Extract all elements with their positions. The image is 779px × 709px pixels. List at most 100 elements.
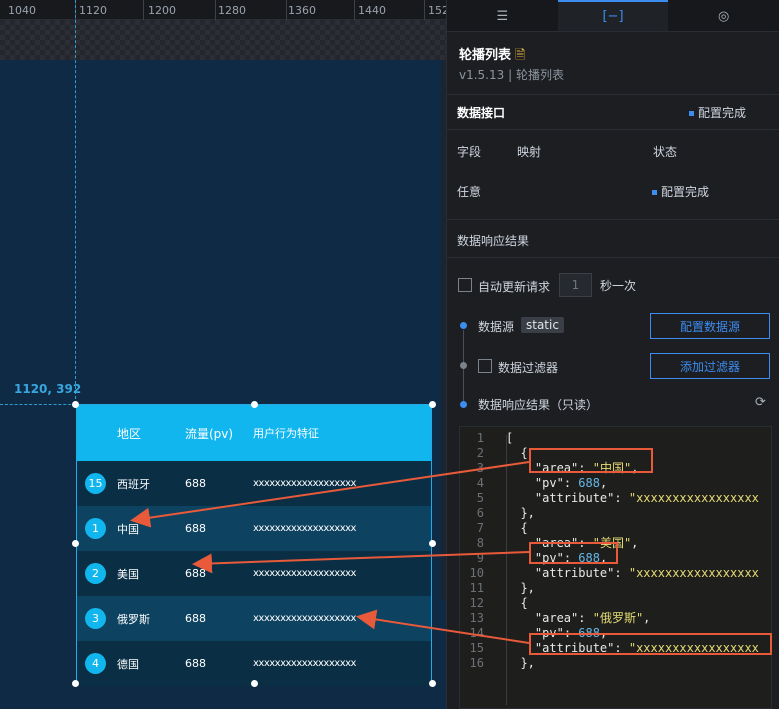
component-version: v1.5.13 | 轮播列表 [459,68,564,82]
row-pv: 688 [185,477,206,490]
position-readout: 1120, 392 [14,382,82,396]
carousel-list-widget[interactable]: 地区 流量(pv) 用户行为特征 15 西班牙 688 xxxxxxxxxxxx… [76,404,432,686]
refresh-icon[interactable]: ⟳ [755,395,766,410]
row-pv: 688 [185,612,206,625]
rank-badge: 2 [85,563,106,584]
rank-badge: 3 [85,608,106,629]
table-row: 1 中国 688 xxxxxxxxxxxxxxxxxxx [77,506,431,551]
resize-handle-top[interactable] [251,401,258,408]
table-row: 3 俄罗斯 688 xxxxxxxxxxxxxxxxxxx [77,596,431,641]
line-number: 14 [469,626,484,640]
widget-header-row: 地区 流量(pv) 用户行为特征 [77,405,431,461]
ruler-tick: 1360 [288,4,316,17]
row-area: 俄罗斯 [117,612,150,626]
column-mapping: 映射 [517,145,542,159]
row-attribute: xxxxxxxxxxxxxxxxxxx [253,568,356,579]
resize-handle-left[interactable] [72,540,79,547]
auto-update-checkbox[interactable] [458,278,472,292]
row-attribute: xxxxxxxxxxxxxxxxxxx [253,613,356,624]
row-pv: 688 [185,522,206,535]
step-dot [460,401,467,408]
code-text: "attribute": "xxxxxxxxxxxxxxxxx [534,566,759,580]
datasource-label: 数据源 [478,320,515,334]
code-text: }, [506,581,535,595]
line-number: 4 [476,476,484,490]
code-line: 4 "pv": 688, [460,476,771,491]
table-row: 2 美国 688 xxxxxxxxxxxxxxxxxxx [77,551,431,596]
ruler-tick: 1040 [8,4,36,17]
line-number: 13 [469,611,484,625]
resize-handle-top-left[interactable] [72,401,79,408]
tab-interaction[interactable]: ◎ [668,0,779,31]
row-pv: 688 [185,657,206,670]
ruler-tick: 1440 [358,4,386,17]
data-bracket-icon: [−] [602,9,624,24]
line-number: 12 [469,596,484,610]
code-line: 1[ [460,431,771,446]
data-api-label: 数据接口 [457,106,506,120]
row-attribute: xxxxxxxxxxxxxxxxxxx [253,478,356,489]
configure-datasource-button[interactable]: 配置数据源 [650,313,770,339]
ruler-tick: 1120 [79,4,107,17]
highlight-area-field [529,448,653,473]
step-dot [460,322,467,329]
interval-input[interactable]: 1 [559,273,592,297]
data-api-status: 配置完成 [689,104,746,121]
line-number: 9 [476,551,484,565]
row-pv: 688 [185,567,206,580]
highlight-pv-field [529,542,618,564]
code-line: 6 }, [460,506,771,521]
code-text: }, [506,656,535,670]
code-line: 7 { [460,521,771,536]
table-row: 15 西班牙 688 xxxxxxxxxxxxxxxxxxx [77,461,431,506]
code-text: { [506,596,528,610]
rank-badge: 1 [85,518,106,539]
line-number: 15 [469,641,484,655]
line-number: 10 [469,566,484,580]
field-status: 配置完成 [652,183,709,200]
line-number: 6 [476,506,484,520]
datasource-tag: static [521,317,564,333]
readonly-result-label: 数据响应结果（只读） [478,398,599,412]
horizontal-guide-line [0,404,76,405]
field-any: 任意 [457,185,482,199]
panel-tabs: ☰ [−] ◎ [447,0,779,32]
line-number: 7 [476,521,484,535]
row-attribute: xxxxxxxxxxxxxxxxxxx [253,658,356,669]
code-line: 16 }, [460,656,771,671]
row-area: 美国 [117,567,139,581]
row-attribute: xxxxxxxxxxxxxxxxxxx [253,523,356,534]
rank-badge: 15 [85,473,106,494]
filter-checkbox[interactable] [478,359,492,373]
canvas-transparent-strip [0,20,446,60]
row-area: 中国 [117,522,139,536]
vertical-guide-line [75,0,76,404]
interval-unit: 秒一次 [600,279,637,293]
step-dot [460,362,467,369]
tab-style[interactable]: ☰ [447,0,558,31]
tab-data[interactable]: [−] [557,0,669,31]
line-number: 1 [476,431,484,445]
code-text: [ [506,431,514,445]
header-area: 地区 [117,426,142,441]
line-number: 5 [476,491,484,505]
document-icon[interactable]: 🗎 [515,48,525,63]
component-title: 轮播列表 🗎 [459,48,526,63]
line-number: 2 [476,446,484,460]
resize-handle-bottom-right[interactable] [429,680,436,687]
resize-handle-bottom-left[interactable] [72,680,79,687]
resize-handle-bottom[interactable] [251,680,258,687]
line-number: 11 [469,581,484,595]
resize-handle-top-right[interactable] [429,401,436,408]
add-filter-button[interactable]: 添加过滤器 [650,353,770,379]
header-attribute: 用户行为特征 [253,427,319,440]
column-field: 字段 [457,145,482,159]
code-text: "attribute": "xxxxxxxxxxxxxxxxx [534,491,759,505]
horizontal-ruler: 1040 1120 1200 1280 1360 1440 152 [0,0,446,20]
code-line: 10 "attribute": "xxxxxxxxxxxxxxxxx [460,566,771,581]
resize-handle-right[interactable] [429,540,436,547]
auto-update-label: 自动更新请求 [478,280,551,294]
editor-canvas[interactable]: 1040 1120 1200 1280 1360 1440 152 1120, … [0,0,446,709]
config-panel: ☰ [−] ◎ 轮播列表 🗎 v1.5.13 | 轮播列表 数据接口 配置完成 字… [446,0,779,709]
code-line: 11 }, [460,581,771,596]
